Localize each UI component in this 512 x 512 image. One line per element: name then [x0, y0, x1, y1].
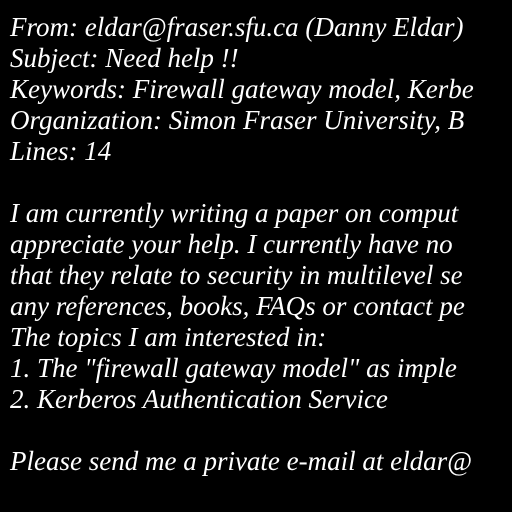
topics-intro-line: The topics I am interested in: [10, 322, 327, 352]
organization-line: Organization: Simon Fraser University, B [10, 105, 465, 135]
closing-line: Please send me a private e-mail at eldar… [10, 446, 472, 476]
from-line: From: eldar@fraser.sfu.ca (Danny Eldar) [10, 12, 464, 42]
body-line: any references, books, FAQs or contact p… [10, 291, 465, 321]
keywords-line: Keywords: Firewall gateway model, Kerbe [10, 74, 474, 104]
topic-item-2: 2. Kerberos Authentication Service [10, 384, 388, 414]
body-line: appreciate your help. I currently have n… [10, 229, 453, 259]
body-line: I am currently writing a paper on comput [10, 198, 459, 228]
lines-count-line: Lines: 14 [10, 136, 112, 166]
topic-item-1: 1. The "firewall gateway model" as imple [10, 353, 457, 383]
subject-line: Subject: Need help !! [10, 43, 239, 73]
body-line: that they relate to security in multilev… [10, 260, 463, 290]
email-document: From: eldar@fraser.sfu.ca (Danny Eldar) … [0, 0, 512, 512]
